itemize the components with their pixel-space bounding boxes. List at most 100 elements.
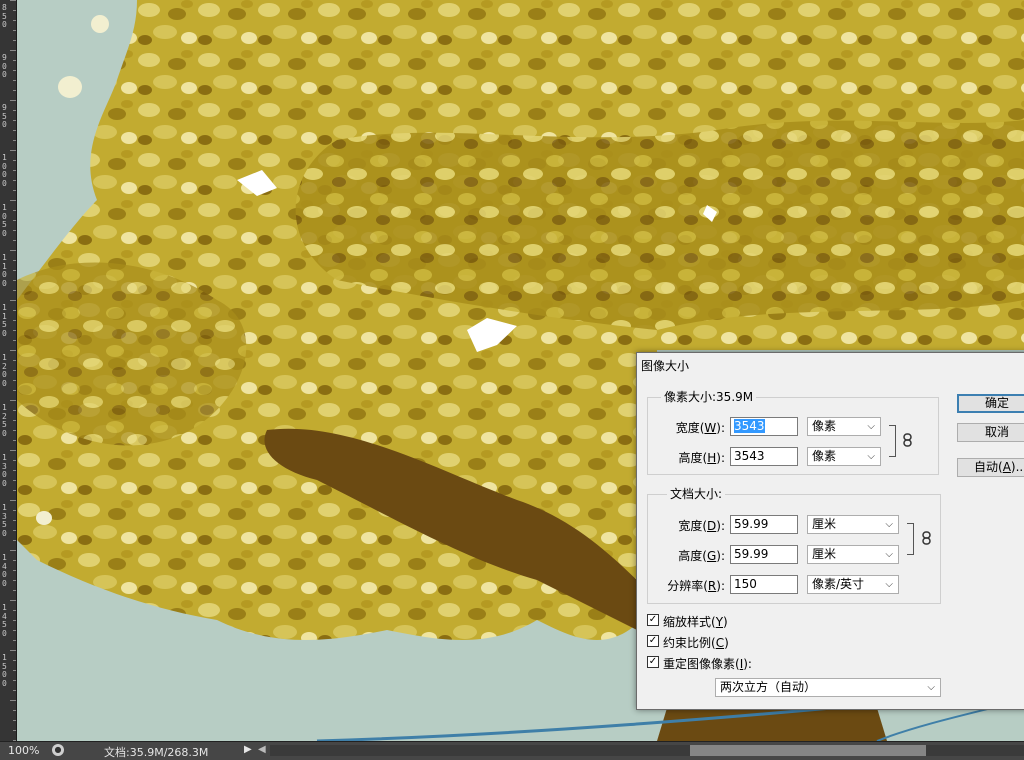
cancel-button[interactable]: 取消 bbox=[957, 423, 1024, 442]
auto-button[interactable]: 自动(A)... bbox=[957, 458, 1024, 477]
ruler-minor-tick bbox=[13, 380, 16, 381]
ruler-minor-tick bbox=[10, 200, 16, 201]
resolution-label: 分辨率(R): bbox=[667, 579, 725, 593]
ruler-minor-tick bbox=[10, 350, 16, 351]
ruler-label: 1 2 5 0 bbox=[2, 403, 7, 438]
doc-height-unit-select[interactable]: 厘米 ⌵ bbox=[807, 545, 899, 564]
ruler-minor-tick bbox=[13, 30, 16, 31]
ruler-label: 1 4 5 0 bbox=[2, 603, 7, 638]
doc-height-input[interactable]: 59.99 bbox=[730, 545, 798, 564]
ruler-label: 1 3 0 0 bbox=[2, 453, 7, 488]
ruler-minor-tick bbox=[10, 50, 16, 51]
ruler-minor-tick bbox=[13, 320, 16, 321]
ruler-minor-tick bbox=[13, 40, 16, 41]
ruler-minor-tick bbox=[13, 480, 16, 481]
ruler-minor-tick bbox=[10, 650, 16, 651]
pixel-height-label: 高度(H): bbox=[678, 451, 725, 465]
status-info-icon[interactable]: ● bbox=[52, 744, 64, 756]
ruler-minor-tick bbox=[13, 430, 16, 431]
ruler-label: 8 5 0 bbox=[2, 3, 7, 29]
ruler-minor-tick bbox=[13, 460, 16, 461]
ruler-minor-tick bbox=[13, 70, 16, 71]
scroll-left-arrow-icon[interactable]: ◀ bbox=[258, 744, 266, 755]
ruler-minor-tick bbox=[13, 160, 16, 161]
ruler-minor-tick bbox=[13, 440, 16, 441]
ruler-minor-tick bbox=[13, 690, 16, 691]
constrain-proportions-checkbox[interactable]: ✓ bbox=[647, 635, 659, 647]
ruler-minor-tick bbox=[13, 590, 16, 591]
pixel-width-input[interactable]: 3543 bbox=[730, 417, 798, 436]
ruler-label: 1 0 5 0 bbox=[2, 203, 7, 238]
ruler-minor-tick bbox=[10, 400, 16, 401]
ruler-minor-tick bbox=[13, 140, 16, 141]
doc-constrain-bracket bbox=[907, 523, 914, 555]
doc-width-unit-select[interactable]: 厘米 ⌵ bbox=[807, 515, 899, 534]
ruler-minor-tick bbox=[10, 0, 16, 1]
ruler-minor-tick bbox=[13, 420, 16, 421]
ruler-minor-tick bbox=[13, 680, 16, 681]
resample-image-label: 重定图像像素(I): bbox=[663, 657, 752, 671]
pixel-height-input[interactable]: 3543 bbox=[730, 447, 798, 466]
ruler-minor-tick bbox=[13, 90, 16, 91]
ruler-minor-tick bbox=[13, 730, 16, 731]
ruler-label: 1 1 0 0 bbox=[2, 253, 7, 288]
ruler-minor-tick bbox=[13, 660, 16, 661]
ruler-minor-tick bbox=[13, 520, 16, 521]
ruler-minor-tick bbox=[13, 340, 16, 341]
pixel-width-unit-select[interactable]: 像素 ⌵ bbox=[807, 417, 881, 436]
ruler-minor-tick bbox=[13, 620, 16, 621]
ruler-minor-tick bbox=[13, 370, 16, 371]
pixel-constrain-bracket bbox=[889, 425, 896, 457]
pixel-dimensions-title: 像素大小:35.9M bbox=[661, 388, 757, 405]
ruler-minor-tick bbox=[13, 230, 16, 231]
ruler-minor-tick bbox=[13, 280, 16, 281]
ruler-minor-tick bbox=[10, 150, 16, 151]
ruler-minor-tick bbox=[13, 310, 16, 311]
ruler-minor-tick bbox=[13, 490, 16, 491]
ruler-minor-tick bbox=[13, 470, 16, 471]
vertical-ruler[interactable]: 8 5 0 9 0 0 9 5 0 1 0 0 0 1 0 5 0 1 1 0 0 1 1 … bbox=[0, 0, 17, 741]
status-bar: 100% ● 文档:35.9M/268.3M ▶ ◀ bbox=[0, 741, 1024, 760]
ruler-minor-tick bbox=[10, 250, 16, 251]
ruler-minor-tick bbox=[13, 220, 16, 221]
ruler-label: 1 4 0 0 bbox=[2, 553, 7, 588]
resample-image-checkbox[interactable]: ✓ bbox=[647, 656, 659, 668]
ruler-minor-tick bbox=[13, 180, 16, 181]
ruler-minor-tick bbox=[13, 720, 16, 721]
ruler-label: 9 0 0 bbox=[2, 53, 7, 79]
ruler-minor-tick bbox=[13, 570, 16, 571]
dialog-title: 图像大小 bbox=[641, 359, 690, 373]
status-menu-arrow-icon[interactable]: ▶ bbox=[244, 744, 252, 755]
ruler-minor-tick bbox=[13, 270, 16, 271]
ruler-minor-tick bbox=[13, 210, 16, 211]
ruler-minor-tick bbox=[13, 10, 16, 11]
ok-button[interactable]: 确定 bbox=[957, 394, 1024, 413]
ruler-minor-tick bbox=[13, 610, 16, 611]
ruler-label: 1 3 5 0 bbox=[2, 503, 7, 538]
ruler-label: 1 0 0 0 bbox=[2, 153, 7, 188]
ruler-minor-tick bbox=[13, 110, 16, 111]
chevron-down-icon: ⌵ bbox=[867, 451, 875, 462]
ruler-minor-tick bbox=[10, 300, 16, 301]
zoom-level[interactable]: 100% bbox=[8, 744, 39, 757]
ruler-minor-tick bbox=[13, 640, 16, 641]
ruler-minor-tick bbox=[13, 120, 16, 121]
ruler-minor-tick bbox=[13, 710, 16, 711]
ruler-minor-tick bbox=[10, 100, 16, 101]
chain-link-icon bbox=[903, 433, 912, 447]
ruler-minor-tick bbox=[13, 670, 16, 671]
ruler-minor-tick bbox=[13, 190, 16, 191]
horizontal-scrollbar-thumb[interactable] bbox=[690, 745, 926, 756]
resolution-input[interactable]: 150 bbox=[730, 575, 798, 594]
ruler-minor-tick bbox=[13, 540, 16, 541]
ruler-minor-tick bbox=[13, 240, 16, 241]
doc-width-input[interactable]: 59.99 bbox=[730, 515, 798, 534]
ruler-label: 1 2 0 0 bbox=[2, 353, 7, 388]
ruler-minor-tick bbox=[13, 580, 16, 581]
ruler-minor-tick bbox=[13, 530, 16, 531]
pixel-height-unit-select[interactable]: 像素 ⌵ bbox=[807, 447, 881, 466]
ruler-minor-tick bbox=[13, 290, 16, 291]
resolution-unit-select[interactable]: 像素/英寸 ⌵ bbox=[807, 575, 899, 594]
resample-method-select[interactable]: 两次立方（自动） ⌵ bbox=[715, 678, 941, 697]
scale-styles-checkbox[interactable]: ✓ bbox=[647, 614, 659, 626]
